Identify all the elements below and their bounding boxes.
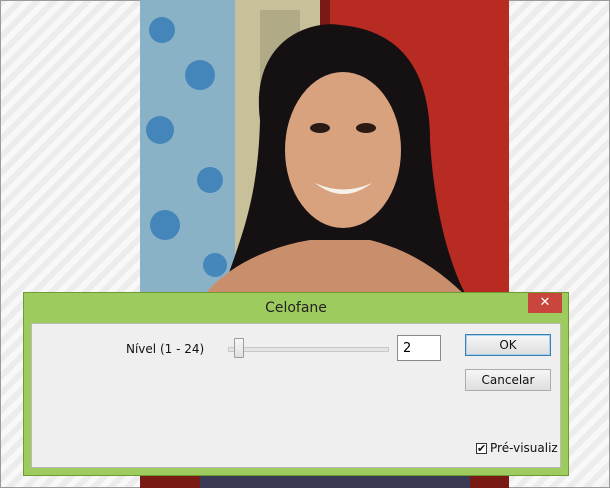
celofane-dialog: Celofane ✕ Nível (1 - 24) OK Cancelar ✔ … [23,292,569,476]
close-button[interactable]: ✕ [528,293,562,313]
level-slider-thumb[interactable] [233,338,244,358]
dialog-title: Celofane [265,300,327,316]
preview-check-icon[interactable]: ✔ [476,442,487,454]
preview-label: Pré-visualiz [490,441,558,455]
level-label: Nível (1 - 24) [126,342,205,356]
cancel-button[interactable]: Cancelar [465,369,551,391]
close-icon: ✕ [539,295,551,310]
level-input[interactable] [397,335,441,361]
ok-button[interactable]: OK [465,334,551,356]
preview-checkbox[interactable]: ✔ Pré-visualiz [476,441,558,455]
dialog-client-area: Nível (1 - 24) OK Cancelar ✔ Pré-visuali… [31,323,561,468]
level-slider-track[interactable] [228,347,389,352]
